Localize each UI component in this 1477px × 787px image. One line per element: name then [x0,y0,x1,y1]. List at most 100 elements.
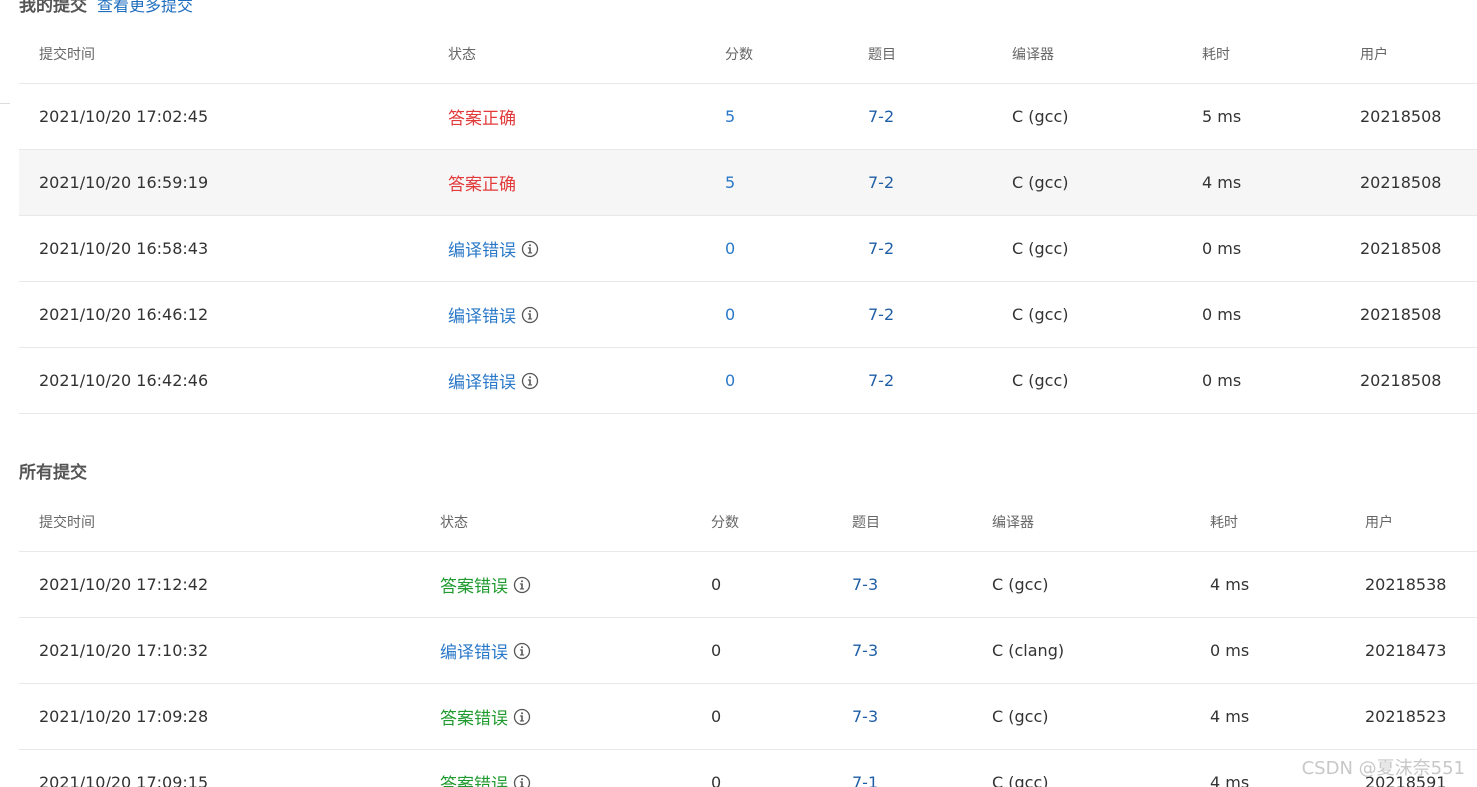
info-circle-icon[interactable] [521,372,539,390]
cell-problem: 7-2 [868,282,894,347]
status-label[interactable]: 编译错误 [448,302,516,327]
column-header-status: 状态 [448,46,476,63]
duration-value: 4 ms [1210,773,1250,787]
status-label[interactable]: 编译错误 [448,236,516,261]
problem-link[interactable]: 7-2 [868,173,894,192]
score-value[interactable]: 5 [725,107,735,126]
score-value: 0 [711,707,722,726]
cell-problem: 7-2 [868,84,894,149]
my-submissions-table: 提交时间 状态 分数 题目 编译器 耗时 用户 2021/10/20 17:02:45 答案正确… [19,24,1477,414]
submissions-page: 我的提交 查看更多提交 提交时间 状态 分数 题目 编译器 耗时 用户 2021/10/20 1… [0,0,1477,787]
cell-score: 0 [711,552,721,617]
column-header-compiler: 编译器 [1012,46,1054,63]
problem-link[interactable]: 7-1 [852,773,878,787]
column-header-duration: 耗时 [1210,514,1238,531]
table-row[interactable]: 2021/10/20 16:58:43 编译错误 0 7-2 C (gcc) 0 ms 20… [19,216,1477,282]
problem-link[interactable]: 7-3 [852,641,878,660]
user-value: 20218508 [1360,305,1442,324]
submit-time-value: 2021/10/20 17:02:45 [39,107,209,126]
submit-time-value: 2021/10/20 16:58:43 [39,239,209,258]
cell-duration: 4 ms [1210,750,1249,787]
cell-compiler: C (gcc) [1012,216,1069,281]
cell-score: 0 [725,216,735,281]
info-circle-icon[interactable] [513,708,531,726]
status-label[interactable]: 编译错误 [440,638,508,663]
status-label[interactable]: 答案正确 [448,104,516,129]
cell-user: 20218473 [1365,618,1446,683]
status-label[interactable]: 答案正确 [448,170,516,195]
table-header-row: 提交时间 状态 分数 题目 编译器 耗时 用户 [19,492,1477,552]
problem-link[interactable]: 7-2 [868,239,894,258]
cell-submit-time: 2021/10/20 16:42:46 [39,348,208,413]
column-header-compiler: 编译器 [992,514,1034,531]
table-row[interactable]: 2021/10/20 16:46:12 编译错误 0 7-2 C (gcc) 0 ms 20… [19,282,1477,348]
cell-status: 编译错误 [448,282,539,347]
status-label[interactable]: 答案错误 [440,572,508,597]
duration-value: 0 ms [1202,305,1242,324]
table-header-row: 提交时间 状态 分数 题目 编译器 耗时 用户 [19,24,1477,84]
cell-compiler: C (gcc) [992,684,1049,749]
compiler-value: C (gcc) [1012,371,1069,390]
compiler-value: C (gcc) [992,575,1049,594]
problem-link[interactable]: 7-3 [852,707,878,726]
score-value[interactable]: 0 [725,371,735,390]
column-header-score: 分数 [725,46,753,63]
duration-value: 0 ms [1202,371,1242,390]
table-row[interactable]: 2021/10/20 17:12:42 答案错误 0 7-3 C (gcc) 4 ms 20… [19,552,1477,618]
info-circle-icon[interactable] [513,774,531,787]
table-row[interactable]: 2021/10/20 17:02:45 答案正确 5 7-2 C (gcc) 5 ms 20… [19,84,1477,150]
cell-status: 编译错误 [440,618,531,683]
cell-status: 答案错误 [440,684,531,749]
status-label[interactable]: 答案错误 [440,704,508,729]
cell-compiler: C (gcc) [992,750,1049,787]
view-more-submissions-link[interactable]: 查看更多提交 [97,0,193,15]
score-value: 0 [711,575,722,594]
cell-duration: 4 ms [1202,150,1241,215]
score-value[interactable]: 5 [725,173,735,192]
problem-link[interactable]: 7-3 [852,575,878,594]
info-circle-icon[interactable] [521,240,539,258]
score-value[interactable]: 0 [725,305,735,324]
compiler-value: C (gcc) [1012,305,1069,324]
csdn-watermark: CSDN @夏沫奈551 [1301,758,1465,779]
cell-user: 20218508 [1360,282,1441,347]
cell-compiler: C (gcc) [992,552,1049,617]
cell-duration: 0 ms [1202,216,1241,281]
cell-submit-time: 2021/10/20 16:58:43 [39,216,208,281]
cell-status: 答案错误 [440,750,531,787]
cell-problem: 7-2 [868,348,894,413]
cell-submit-time: 2021/10/20 17:02:45 [39,84,208,149]
column-header-user: 用户 [1360,46,1388,63]
column-header-problem: 题目 [868,46,896,63]
compiler-value: C (gcc) [992,773,1049,787]
table-row[interactable]: 2021/10/20 16:59:19 答案正确 5 7-2 C (gcc) 4 ms 20… [19,150,1477,216]
cell-problem: 7-1 [852,750,878,787]
table-row[interactable]: 2021/10/20 17:10:32 编译错误 0 7-3 C (clang) 0 ms… [19,618,1477,684]
left-edge-divider [0,103,10,104]
table-row[interactable]: 2021/10/20 16:42:46 编译错误 0 7-2 C (gcc) 0 ms 20… [19,348,1477,414]
cell-submit-time: 2021/10/20 16:46:12 [39,282,208,347]
score-value[interactable]: 0 [725,239,735,258]
score-value: 0 [711,641,722,660]
status-label[interactable]: 答案错误 [440,770,508,787]
table-row[interactable]: 2021/10/20 17:09:15 答案错误 0 7-1 C (gcc) 4 ms 20… [19,750,1477,787]
status-label[interactable]: 编译错误 [448,368,516,393]
duration-value: 4 ms [1210,707,1250,726]
problem-link[interactable]: 7-2 [868,305,894,324]
table-row[interactable]: 2021/10/20 17:09:28 答案错误 0 7-3 C (gcc) 4 ms 20… [19,684,1477,750]
cell-score: 0 [711,750,721,787]
compiler-value: C (gcc) [1012,107,1069,126]
user-value: 20218508 [1360,107,1442,126]
user-value: 20218538 [1365,575,1447,594]
cell-user: 20218508 [1360,84,1441,149]
problem-link[interactable]: 7-2 [868,371,894,390]
compiler-value: C (clang) [992,641,1065,660]
cell-user: 20218508 [1360,348,1441,413]
cell-compiler: C (gcc) [1012,84,1069,149]
problem-link[interactable]: 7-2 [868,107,894,126]
info-circle-icon[interactable] [513,642,531,660]
info-circle-icon[interactable] [513,576,531,594]
duration-value: 4 ms [1210,575,1250,594]
info-circle-icon[interactable] [521,306,539,324]
cell-duration: 0 ms [1202,282,1241,347]
